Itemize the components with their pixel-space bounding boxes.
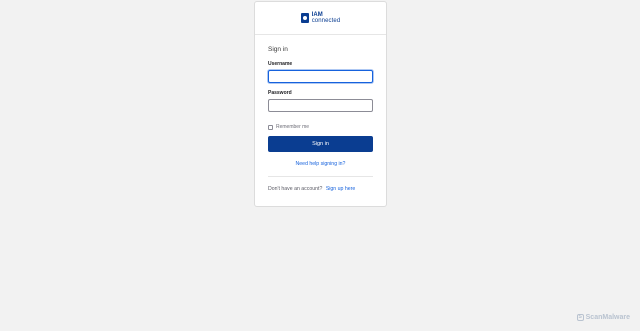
signup-row: Don't have an account? Sign up here (268, 186, 373, 192)
signin-form: Sign in Username Password Remember me Si… (255, 46, 386, 192)
sign-up-link[interactable]: Sign up here (326, 186, 355, 192)
iam-connected-logo: IAM connected (300, 12, 341, 24)
remember-me-row[interactable]: Remember me (268, 124, 373, 130)
username-input[interactable] (268, 70, 373, 83)
username-label: Username (268, 61, 293, 67)
divider (268, 176, 373, 177)
password-label: Password (268, 90, 292, 96)
need-help-link[interactable]: Need help signing in? (268, 161, 373, 167)
logo-icon (300, 13, 309, 23)
password-input[interactable] (268, 99, 373, 112)
watermark-text: ScanMalware (585, 314, 630, 321)
scanmalware-icon: S (576, 314, 584, 321)
logo-line2: connected (311, 18, 341, 24)
sign-in-button[interactable]: Sign in (268, 136, 373, 152)
remember-me-checkbox[interactable] (268, 124, 273, 130)
page-title: Sign in (268, 46, 288, 53)
card-header: IAM connected (255, 2, 386, 35)
scanmalware-watermark: S ScanMalware (576, 314, 630, 321)
remember-me-label[interactable]: Remember me (276, 124, 309, 130)
no-account-text: Don't have an account? (268, 186, 323, 192)
signin-card: IAM connected Sign in Username Password … (254, 1, 387, 207)
